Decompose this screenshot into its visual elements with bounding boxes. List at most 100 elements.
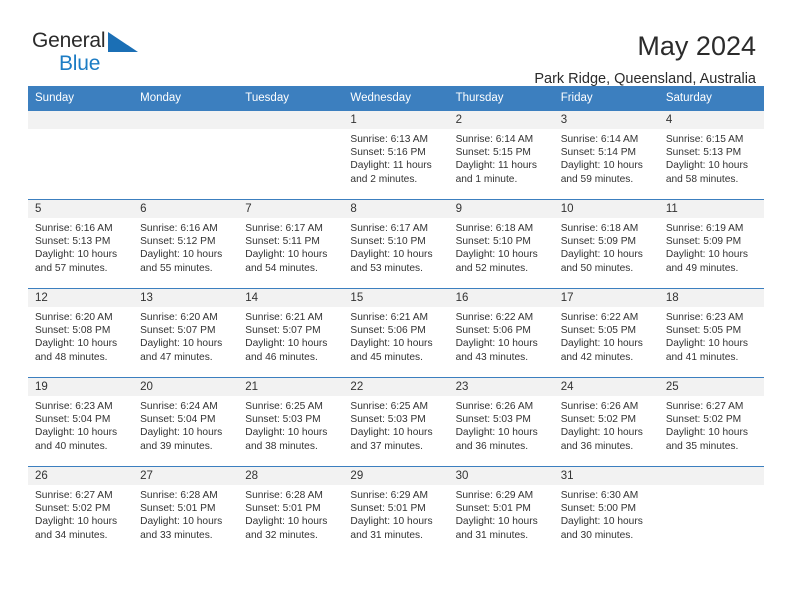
calendar-day-cell[interactable]: 5 Sunrise: 6:16 AM Sunset: 5:13 PM Daylight… <box>28 199 134 289</box>
logo-text-blue: Blue <box>59 52 101 75</box>
page-title: May 2024 <box>637 31 756 61</box>
calendar-day-cell[interactable]: 31 Sunrise: 6:30 AM Sunset: 5:00 PM Dayligh… <box>553 466 659 556</box>
daylight-text-line2: and 45 minutes. <box>350 351 423 363</box>
calendar-day-cell[interactable]: 9 Sunrise: 6:18 AM Sunset: 5:10 PM Daylight… <box>448 199 554 289</box>
sunrise-text: Sunrise: 6:25 AM <box>350 401 429 412</box>
calendar-day-cell[interactable]: 26 Sunrise: 6:27 AM Sunset: 5:02 PM Dayligh… <box>28 466 134 556</box>
calendar-day-cell[interactable]: 27 Sunrise: 6:28 AM Sunset: 5:01 PM Dayligh… <box>133 466 239 556</box>
daylight-text-line1: Daylight: 10 hours <box>560 160 643 172</box>
calendar-day-cell[interactable]: 19 Sunrise: 6:23 AM Sunset: 5:04 PM Dayligh… <box>28 377 134 467</box>
page-subtitle: Park Ridge, Queensland, Australia <box>534 71 756 87</box>
daylight-text-line2: and 30 minutes. <box>560 529 634 541</box>
day-number: 10 <box>553 200 659 218</box>
sunrise-text: Sunrise: 6:29 AM <box>455 490 534 501</box>
daylight-text-line1: Daylight: 10 hours <box>35 249 118 261</box>
day-number: 2 <box>448 111 554 129</box>
title-block: May 2024 Park Ridge, Queensland, Austral… <box>534 30 756 90</box>
calendar-day-cell[interactable]: 10 Sunrise: 6:18 AM Sunset: 5:09 PM Dayligh… <box>553 199 659 289</box>
daylight-text-line1: Daylight: 10 hours <box>140 516 223 528</box>
calendar-day-cell[interactable]: 30 Sunrise: 6:29 AM Sunset: 5:01 PM Dayligh… <box>448 466 554 556</box>
day-number: 12 <box>28 289 134 307</box>
day-number: 16 <box>448 289 554 307</box>
daylight-text-line1: Daylight: 10 hours <box>245 427 328 439</box>
calendar-day-cell[interactable]: 20 Sunrise: 6:24 AM Sunset: 5:04 PM Dayligh… <box>133 377 239 467</box>
sunset-text: Sunset: 5:13 PM <box>35 236 111 248</box>
calendar-day-cell[interactable]: 22 Sunrise: 6:25 AM Sunset: 5:03 PM Dayligh… <box>343 377 449 467</box>
calendar-day-cell[interactable]: 24 Sunrise: 6:26 AM Sunset: 5:02 PM Dayligh… <box>553 377 659 467</box>
sunset-text: Sunset: 5:14 PM <box>560 147 637 159</box>
daylight-text-line1: Daylight: 10 hours <box>140 338 223 350</box>
daylight-text-line1: Daylight: 10 hours <box>560 338 643 350</box>
sunrise-text: Sunrise: 6:28 AM <box>140 490 218 501</box>
daylight-text-line2: and 40 minutes. <box>35 440 108 452</box>
day-number: 29 <box>343 467 449 485</box>
day-number: 28 <box>238 467 344 485</box>
sunrise-text: Sunrise: 6:23 AM <box>665 312 744 323</box>
calendar-day-cell[interactable]: 15 Sunrise: 6:21 AM Sunset: 5:06 PM Dayligh… <box>343 288 449 378</box>
sunset-text: Sunset: 5:01 PM <box>350 503 426 515</box>
sunset-text: Sunset: 5:03 PM <box>455 414 531 426</box>
sunset-text: Sunset: 5:01 PM <box>140 503 216 515</box>
calendar-day-cell[interactable]: 3 Sunrise: 6:14 AM Sunset: 5:14 PM Daylight… <box>553 110 659 200</box>
general-blue-logo[interactable]: General Blue <box>32 30 152 76</box>
daylight-text-line2: and 49 minutes. <box>665 262 739 274</box>
calendar-day-cell[interactable]: 14 Sunrise: 6:21 AM Sunset: 5:07 PM Dayligh… <box>238 288 344 378</box>
calendar-day-cell[interactable]: 1 Sunrise: 6:13 AM Sunset: 5:16 PM Daylight… <box>343 110 449 200</box>
sunset-text: Sunset: 5:00 PM <box>560 503 637 515</box>
sunrise-text: Sunrise: 6:19 AM <box>665 223 744 234</box>
sunset-text: Sunset: 5:13 PM <box>665 147 742 159</box>
daylight-text-line1: Daylight: 10 hours <box>140 249 223 261</box>
day-details: Sunrise: 6:18 AM Sunset: 5:10 PM Daylight:… <box>449 218 554 275</box>
calendar-day-cell[interactable]: 16 Sunrise: 6:22 AM Sunset: 5:06 PM Dayligh… <box>448 288 554 378</box>
calendar-day-cell[interactable]: 28 Sunrise: 6:28 AM Sunset: 5:01 PM Dayligh… <box>238 466 344 556</box>
calendar-day-cell[interactable]: 8 Sunrise: 6:17 AM Sunset: 5:10 PM Daylight… <box>343 199 449 289</box>
calendar-day-cell[interactable]: 13 Sunrise: 6:20 AM Sunset: 5:07 PM Dayligh… <box>133 288 239 378</box>
day-details: Sunrise: 6:23 AM Sunset: 5:05 PM Daylight:… <box>659 307 764 364</box>
day-details: Sunrise: 6:23 AM Sunset: 5:04 PM Daylight:… <box>28 396 133 453</box>
calendar-day-cell[interactable]: 11 Sunrise: 6:19 AM Sunset: 5:09 PM Dayligh… <box>658 199 764 289</box>
day-details: Sunrise: 6:28 AM Sunset: 5:01 PM Daylight:… <box>238 485 343 542</box>
calendar-day-cell[interactable]: 17 Sunrise: 6:22 AM Sunset: 5:05 PM Dayligh… <box>553 288 659 378</box>
calendar-day-cell[interactable]: 29 Sunrise: 6:29 AM Sunset: 5:01 PM Dayligh… <box>343 466 449 556</box>
calendar-day-cell[interactable]: 12 Sunrise: 6:20 AM Sunset: 5:08 PM Dayligh… <box>28 288 134 378</box>
sunrise-text: Sunrise: 6:30 AM <box>560 490 639 501</box>
day-details: Sunrise: 6:14 AM Sunset: 5:15 PM Daylight:… <box>449 129 554 186</box>
daylight-text-line2: and 58 minutes. <box>665 173 739 185</box>
sunset-text: Sunset: 5:02 PM <box>35 503 111 515</box>
daylight-text-line2: and 52 minutes. <box>455 262 529 274</box>
calendar-body: 1 Sunrise: 6:13 AM Sunset: 5:16 PM Daylight… <box>28 110 764 556</box>
daylight-text-line2: and 35 minutes. <box>665 440 739 452</box>
daylight-text-line1: Daylight: 10 hours <box>455 516 538 528</box>
daylight-text-line2: and 55 minutes. <box>140 262 213 274</box>
day-number: 14 <box>238 289 344 307</box>
calendar-day-cell[interactable]: 21 Sunrise: 6:25 AM Sunset: 5:03 PM Dayligh… <box>238 377 344 467</box>
day-number: 18 <box>658 289 764 307</box>
sunset-text: Sunset: 5:05 PM <box>560 325 637 337</box>
sunset-text: Sunset: 5:04 PM <box>140 414 216 426</box>
day-details: Sunrise: 6:19 AM Sunset: 5:09 PM Daylight:… <box>659 218 764 275</box>
day-details: Sunrise: 6:25 AM Sunset: 5:03 PM Daylight:… <box>238 396 343 453</box>
day-number: 9 <box>448 200 554 218</box>
day-details: Sunrise: 6:20 AM Sunset: 5:07 PM Daylight:… <box>133 307 238 364</box>
daylight-text-line1: Daylight: 10 hours <box>665 160 748 172</box>
calendar-week-row: 1 Sunrise: 6:13 AM Sunset: 5:16 PM Daylight… <box>28 110 764 200</box>
sunset-text: Sunset: 5:07 PM <box>140 325 216 337</box>
daylight-text-line1: Daylight: 10 hours <box>245 338 328 350</box>
calendar-day-cell[interactable]: 23 Sunrise: 6:26 AM Sunset: 5:03 PM Dayligh… <box>448 377 554 467</box>
day-number <box>133 111 239 129</box>
sunset-text: Sunset: 5:02 PM <box>560 414 637 426</box>
sunrise-text: Sunrise: 6:15 AM <box>665 134 744 145</box>
day-details: Sunrise: 6:25 AM Sunset: 5:03 PM Daylight:… <box>343 396 448 453</box>
day-number: 1 <box>343 111 449 129</box>
calendar-day-cell[interactable]: 25 Sunrise: 6:27 AM Sunset: 5:02 PM Dayligh… <box>658 377 764 467</box>
day-number: 22 <box>343 378 449 396</box>
calendar-day-cell[interactable]: 7 Sunrise: 6:17 AM Sunset: 5:11 PM Daylight… <box>238 199 344 289</box>
calendar-day-cell[interactable]: 2 Sunrise: 6:14 AM Sunset: 5:15 PM Daylight… <box>448 110 554 200</box>
calendar-day-cell[interactable]: 4 Sunrise: 6:15 AM Sunset: 5:13 PM Daylight… <box>658 110 764 200</box>
weekday-header-wednesday: Wednesday <box>343 86 449 111</box>
calendar-day-cell[interactable]: 18 Sunrise: 6:23 AM Sunset: 5:05 PM Dayligh… <box>658 288 764 378</box>
sunset-text: Sunset: 5:16 PM <box>350 147 426 159</box>
calendar-day-cell[interactable]: 6 Sunrise: 6:16 AM Sunset: 5:12 PM Daylight… <box>133 199 239 289</box>
day-number: 3 <box>553 111 659 129</box>
sunrise-text: Sunrise: 6:16 AM <box>140 223 218 234</box>
